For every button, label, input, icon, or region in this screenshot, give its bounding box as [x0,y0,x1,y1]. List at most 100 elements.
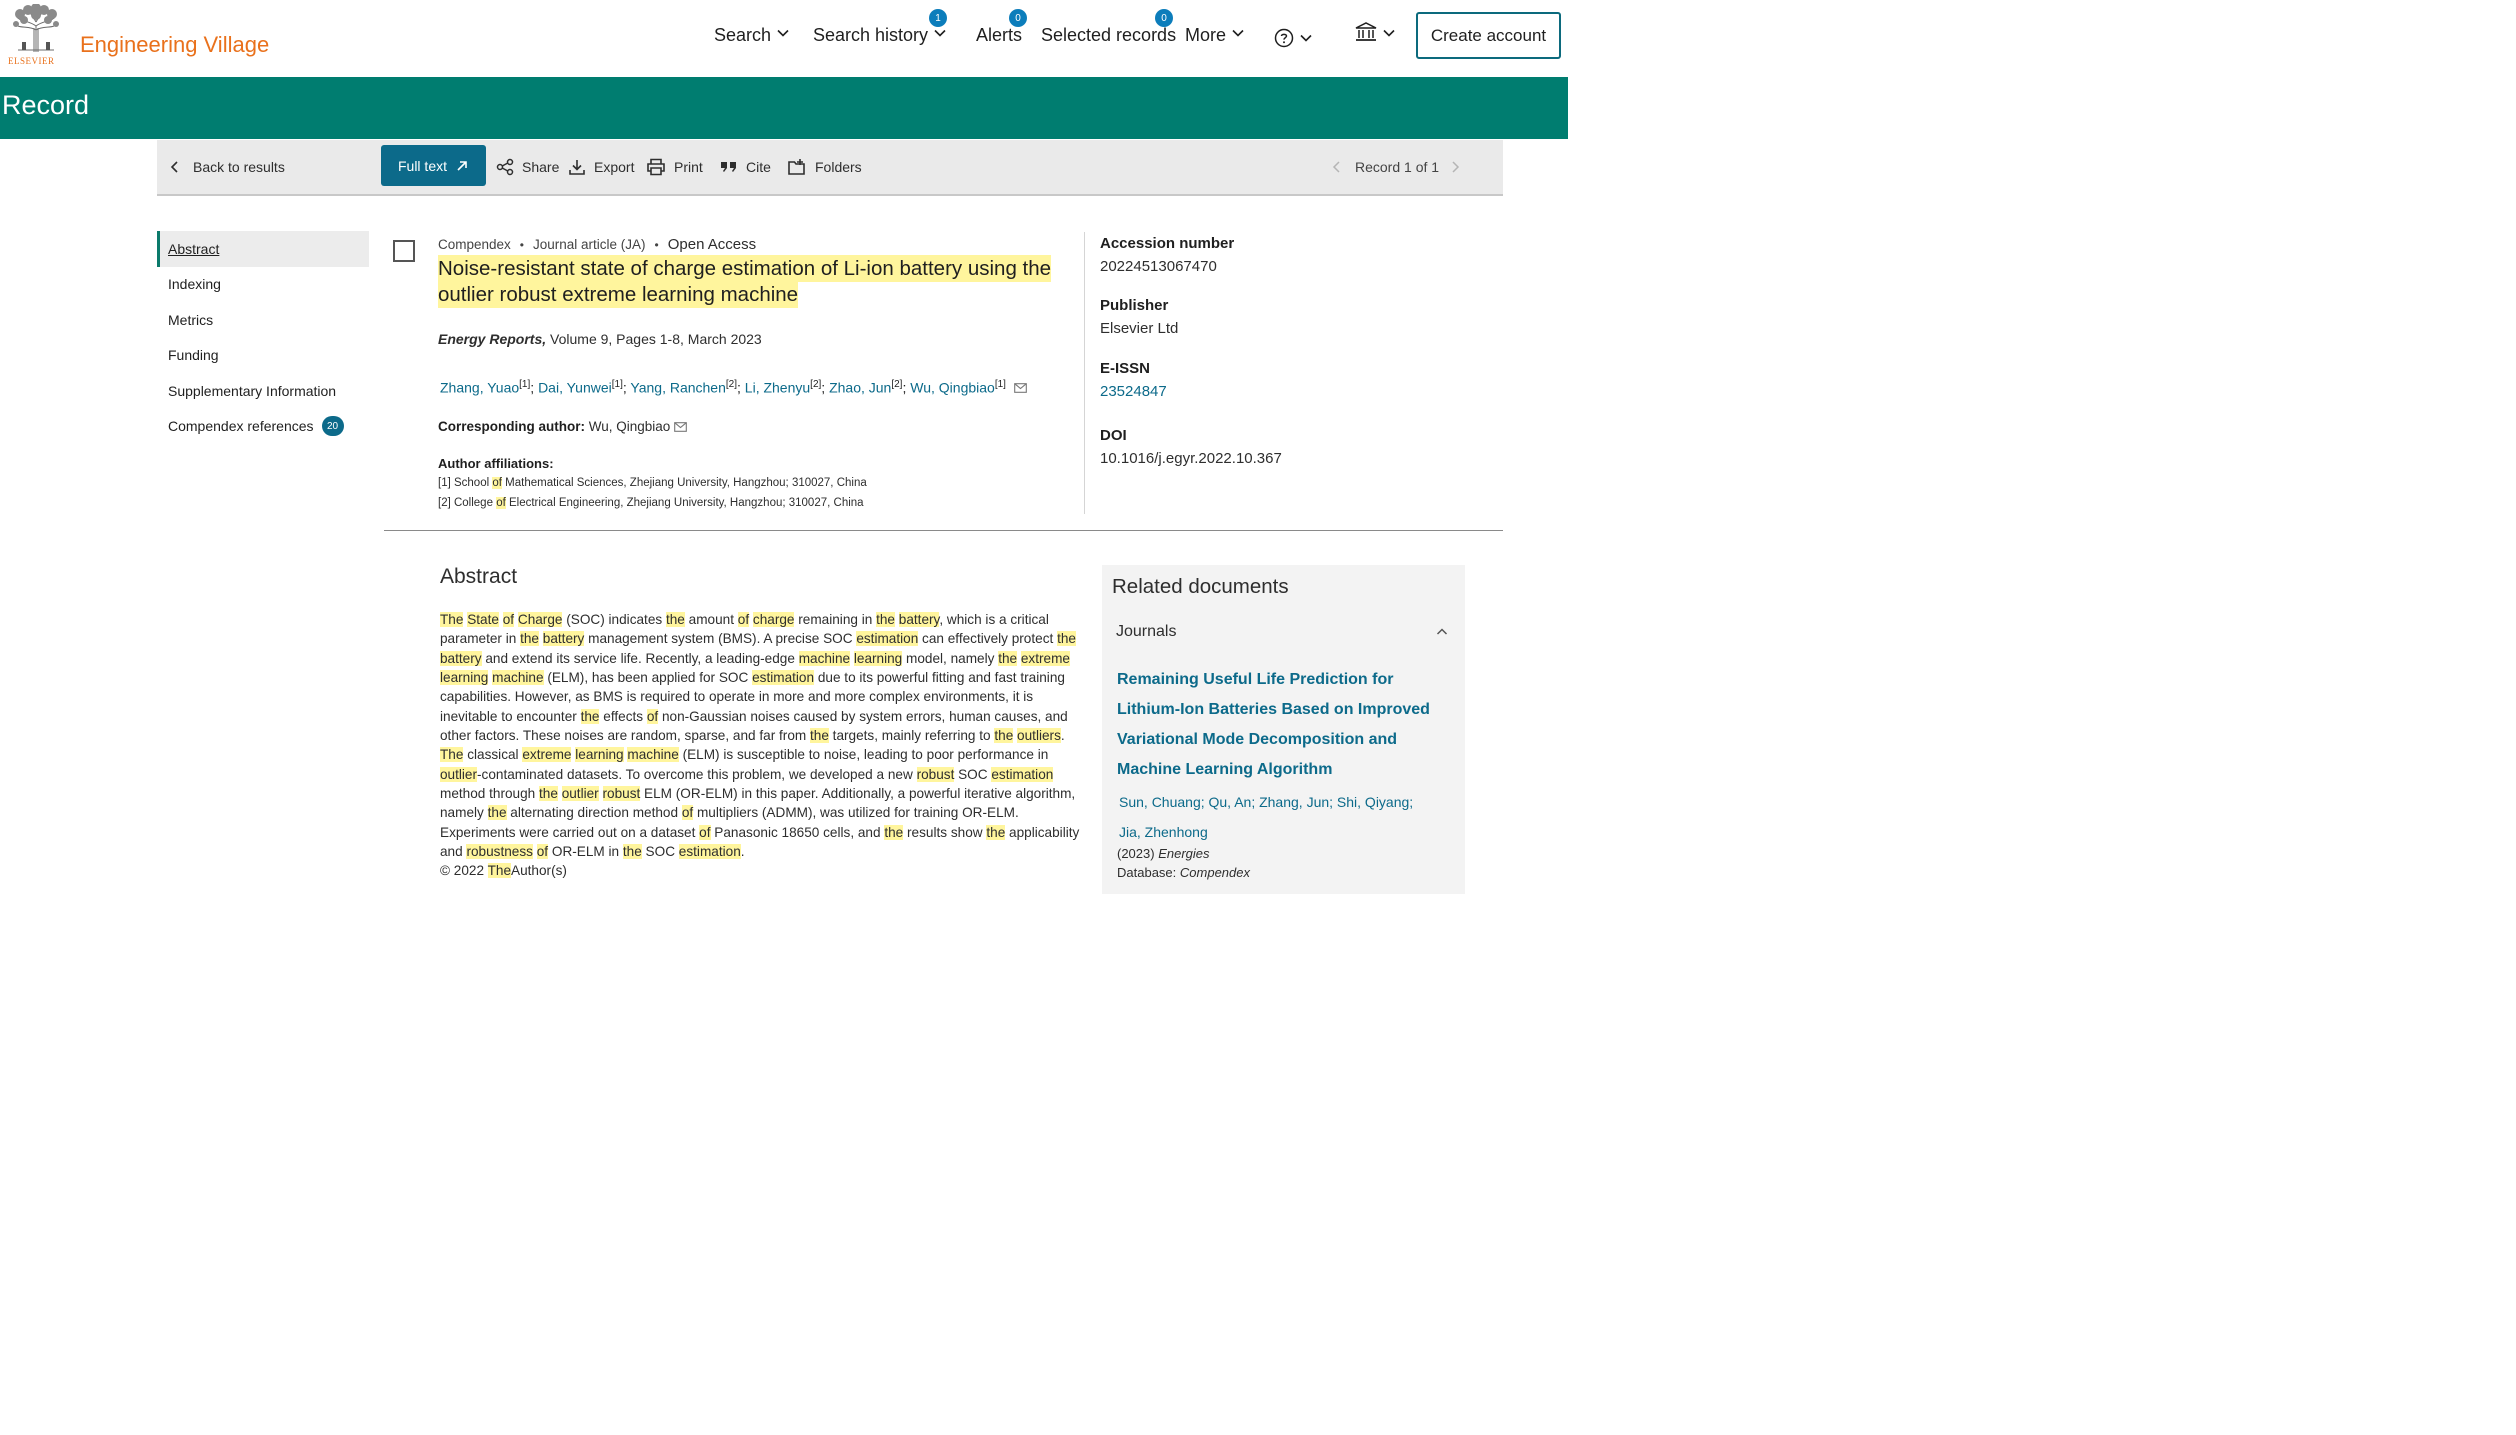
section-divider [384,530,1503,531]
eissn-link[interactable]: 23524847 [1100,383,1167,400]
publisher-value: Elsevier Ltd [1100,320,1179,337]
chevron-right-icon[interactable] [1449,160,1461,174]
printer-icon [647,158,665,176]
email-icon[interactable] [1014,382,1027,393]
vertical-divider [1084,232,1085,514]
author-link[interactable]: Zhao, Jun [829,380,891,396]
title-line-2: outlier robust extreme learning machine [438,281,799,308]
folders-button[interactable]: Folders [787,140,862,194]
nav-institution[interactable] [1355,22,1395,48]
related-source: Energies [1158,846,1210,861]
sidenav-compendex-references[interactable]: Compendex references 20 [157,409,369,445]
highlight-term: robust [602,786,641,802]
highlight-term: of [681,805,694,821]
abstract-text: The State of Charge (SOC) indicates the … [440,612,1080,860]
elsevier-logo[interactable]: ELSEVIER [6,4,64,66]
highlight-term: Charge [517,612,563,627]
copyright-start: © 2022 [440,863,485,879]
author-link[interactable]: Wu, Qingbiao [910,380,995,396]
affiliation-1: [1] School of Mathematical Sciences, Zhe… [438,477,867,489]
selected-records-badge: 0 [1155,9,1173,27]
nav-search-history[interactable]: Search history 1 [813,9,947,48]
sidenav-metrics[interactable]: Metrics [157,302,369,338]
highlight-term: battery [440,650,482,666]
highlight-term: the [994,728,1014,744]
eissn-block: E-ISSN 23524847 [1100,360,1167,400]
highlight-term: outlier [440,766,478,782]
highlight-term: of [699,824,711,840]
select-record-checkbox[interactable] [393,240,415,262]
related-db-label: Database: [1117,865,1177,880]
related-journals-toggle[interactable]: Journals [1116,623,1176,641]
highlight-term: the [884,824,904,840]
record-position: Record 1 of 1 [1355,159,1440,175]
email-icon[interactable] [674,422,687,432]
sidenav-abstract[interactable]: Abstract [157,231,369,267]
highlight-term: learning [440,670,489,686]
back-to-results-label: Back to results [193,159,285,175]
author-link[interactable]: Dai, Yunwei [538,380,612,396]
doi-label: DOI [1100,427,1127,444]
product-name[interactable]: Engineering Village [80,32,269,58]
source-citation: Energy Reports, Volume 9, Pages 1-8, Mar… [438,331,762,347]
print-button[interactable]: Print [646,140,703,194]
title-line-1: Noise-resistant state of charge estimati… [438,255,1052,282]
doc-type: Journal article (JA) [533,237,646,252]
highlight-term: the [622,844,642,860]
back-to-results-link[interactable]: Back to results [169,140,285,194]
related-document-title-link[interactable]: Remaining Useful Life Prediction for Lit… [1117,665,1457,785]
related-authors-line-1[interactable]: Sun, Chuang; Qu, An; Zhang, Jun; Shi, Qi… [1119,787,1439,817]
author-link[interactable]: Yang, Ranchen [630,380,725,396]
related-heading: Related documents [1112,575,1289,598]
export-button[interactable]: Export [568,140,634,194]
highlight-term: the [520,631,539,647]
sidenav-indexing[interactable]: Indexing [157,267,369,303]
nav-help[interactable] [1274,22,1312,48]
chevron-up-icon[interactable] [1436,627,1448,637]
folders-label: Folders [815,159,862,175]
create-account-button[interactable]: Create account [1416,12,1561,59]
highlight-term: The [440,612,464,627]
related-document-authors[interactable]: Sun, Chuang; Qu, An; Zhang, Jun; Shi, Qi… [1119,787,1439,847]
highlight-term: of [536,844,549,860]
highlight-term: machine [492,670,544,686]
accession-number-block: Accession number 20224513067470 [1100,235,1234,275]
chevron-left-icon[interactable] [1331,160,1343,174]
cite-button[interactable]: Cite [720,140,771,194]
nav-search[interactable]: Search [714,22,789,48]
chevron-down-icon [1300,34,1312,42]
share-button[interactable]: Share [496,140,559,194]
help-icon [1274,28,1294,48]
nav-alerts[interactable]: Alerts 0 [976,9,1027,48]
author-affiliation-marker: [2] [891,379,903,390]
full-text-button[interactable]: Full text [381,145,486,186]
page-title: Record [2,90,90,120]
quote-icon [721,162,736,172]
affiliation-2-start: [2] College [438,497,493,509]
record-pager: Record 1 of 1 [1331,140,1469,194]
share-label: Share [522,159,560,175]
highlight-term: the [539,786,558,802]
record-title: Noise-resistant state of charge estimati… [438,255,1078,308]
highlight-term: The [440,747,464,763]
accession-label: Accession number [1100,235,1235,252]
author-link[interactable]: Li, Zhenyu [745,380,810,396]
separator-dot: • [519,237,524,252]
sidenav-supplementary[interactable]: Supplementary Information [157,373,369,409]
highlight-term: machine [627,747,679,763]
nav-selected-records-label: Selected records [1041,24,1177,45]
related-authors-line-2[interactable]: Jia, Zhenhong [1119,817,1439,847]
related-document-source: (2023) Energies [1117,846,1210,861]
highlight-term: the [876,612,895,627]
highlight-term: of [737,612,750,627]
sidenav-funding[interactable]: Funding [157,338,369,374]
nav-selected-records[interactable]: Selected records 0 [1041,9,1177,48]
author-separator: ; [737,379,745,396]
author-link[interactable]: Zhang, Yuao [440,380,519,396]
affiliation-1-end: Mathematical Sciences, Zhejiang Universi… [505,477,867,489]
page-title-bar: Record [0,77,1568,139]
open-access-label: Open Access [667,236,757,253]
nav-more[interactable]: More [1185,22,1244,48]
journal-name: Energy Reports, [438,331,547,347]
alerts-badge: 0 [1009,9,1027,27]
